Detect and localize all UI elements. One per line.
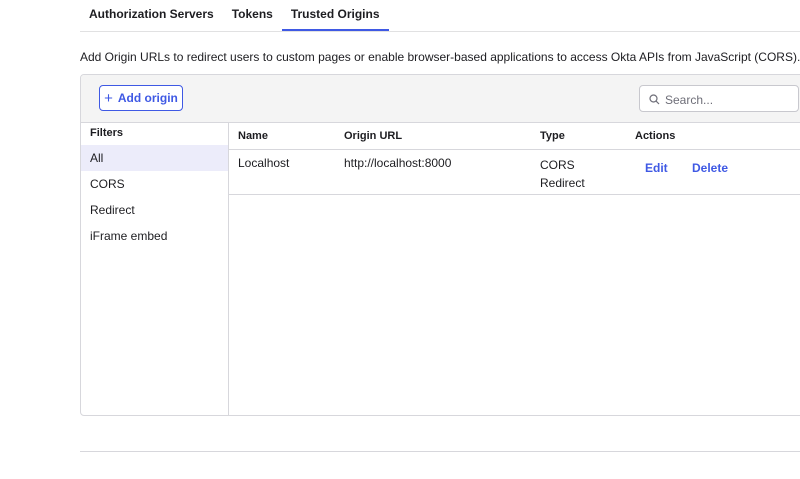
footer-divider xyxy=(80,451,800,452)
add-origin-label: Add origin xyxy=(117,91,178,105)
origin-type-redirect: Redirect xyxy=(540,176,585,190)
origins-table: Name Origin URL Type Actions Localhost h… xyxy=(229,123,800,195)
delete-link[interactable]: Delete xyxy=(692,161,728,175)
filters-title: Filters xyxy=(90,127,124,139)
tab-bar: Authorization Servers Tokens Trusted Ori… xyxy=(80,0,389,31)
page-description: Add Origin URLs to redirect users to cus… xyxy=(80,50,800,64)
filter-all[interactable]: All xyxy=(81,145,228,171)
filter-cors[interactable]: CORS xyxy=(81,171,228,197)
header-name: Name xyxy=(238,130,268,142)
table-row: Localhost http://localhost:8000 CORS Red… xyxy=(229,150,800,195)
tab-trusted-origins[interactable]: Trusted Origins xyxy=(281,0,389,31)
toolbar: + Add origin xyxy=(81,75,800,123)
tab-tokens[interactable]: Tokens xyxy=(223,0,282,29)
plus-icon: + xyxy=(104,89,113,107)
edit-link[interactable]: Edit xyxy=(645,161,668,175)
header-type: Type xyxy=(540,130,565,142)
tabs-divider xyxy=(80,31,800,32)
filter-redirect[interactable]: Redirect xyxy=(81,197,228,223)
table-header: Name Origin URL Type Actions xyxy=(229,123,800,150)
origin-url: http://localhost:8000 xyxy=(344,156,452,170)
header-actions: Actions xyxy=(635,130,676,142)
filter-iframe-embed[interactable]: iFrame embed xyxy=(81,223,228,249)
add-origin-button[interactable]: + Add origin xyxy=(99,85,183,111)
trusted-origins-panel: + Add origin Filters All CORS Redirect i… xyxy=(80,74,800,416)
search-input[interactable] xyxy=(663,88,792,111)
search-box[interactable] xyxy=(639,85,799,112)
header-origin-url: Origin URL xyxy=(344,130,403,142)
filters-sidebar: Filters All CORS Redirect iFrame embed xyxy=(81,123,229,415)
tab-authorization-servers[interactable]: Authorization Servers xyxy=(80,0,223,29)
search-icon xyxy=(649,94,660,105)
origin-type: CORS Redirect xyxy=(540,156,585,192)
origin-type-cors: CORS xyxy=(540,158,575,172)
origin-name: Localhost xyxy=(238,156,290,170)
